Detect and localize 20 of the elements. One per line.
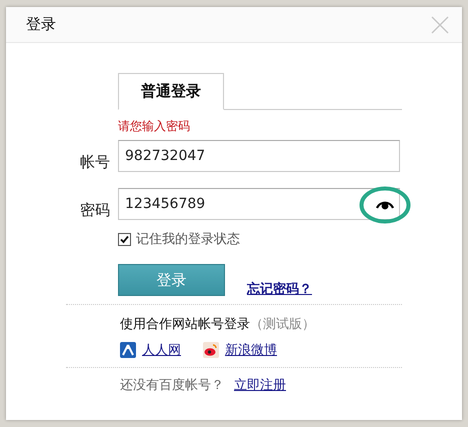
partner-heading: 使用合作网站帐号登录: [120, 317, 250, 332]
weibo-icon: [203, 342, 219, 358]
highlight-ring: [359, 186, 411, 224]
tab[interactable]: 普通登录: [118, 73, 224, 110]
forgot-password-link[interactable]: 忘记密码？: [247, 280, 312, 298]
input-field[interactable]: 123456789: [118, 188, 400, 220]
person-icon: [120, 342, 136, 358]
checkbox[interactable]: [118, 232, 131, 246]
eye-icon[interactable]: [376, 199, 394, 210]
partner-link[interactable]: 人人网: [142, 341, 181, 359]
register-link[interactable]: 立即注册: [234, 376, 286, 394]
beta-note: （测试版）: [250, 317, 315, 332]
field-label: 密码: [80, 200, 110, 220]
partner-link[interactable]: 新浪微博: [225, 341, 277, 359]
field-label: 帐号: [80, 152, 110, 172]
register-prompt: 还没有百度帐号？: [120, 377, 224, 394]
checkbox-label: 记住我的登录状态: [136, 231, 240, 248]
input-field[interactable]: 982732047: [118, 140, 400, 172]
dialog-title: 登录: [26, 15, 56, 34]
error-message: 请您输入密码: [118, 118, 191, 135]
